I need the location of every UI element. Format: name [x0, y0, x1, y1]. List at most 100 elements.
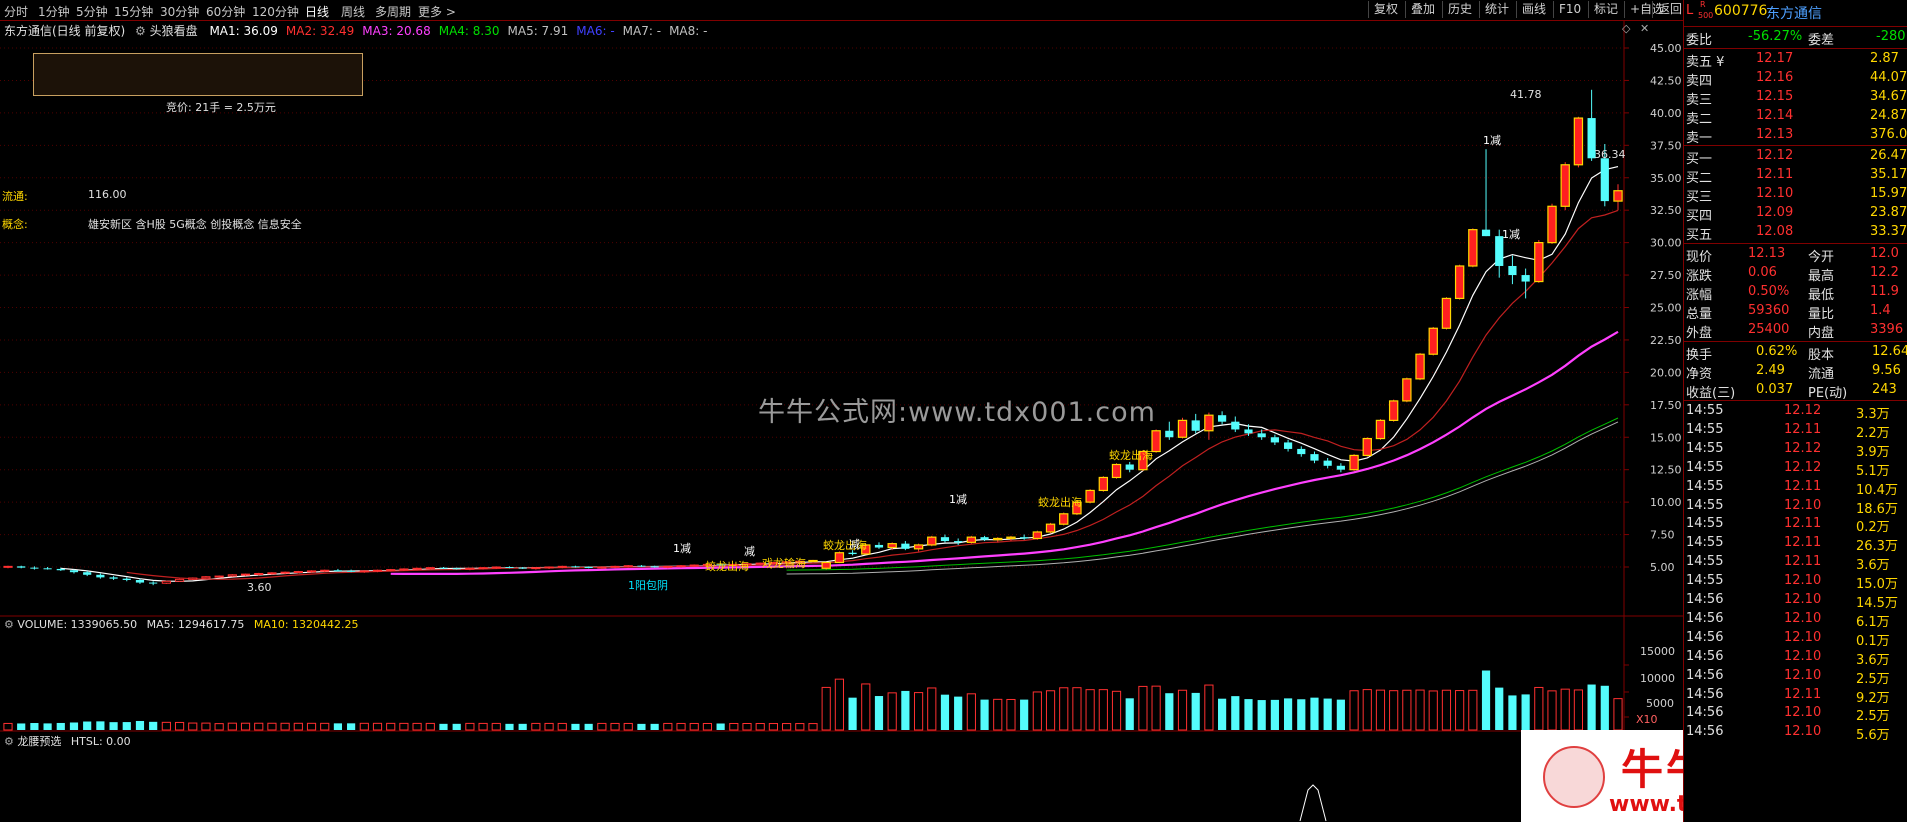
candle-body: [531, 567, 541, 570]
candle-body: [1191, 420, 1200, 431]
volume-unit-label: X10: [1636, 713, 1658, 726]
stats-label: 流通: [1808, 367, 1835, 382]
overlay-button[interactable]: 叠加: [1405, 1, 1440, 18]
candle-body: [161, 580, 171, 584]
price-tick-label: 42.50: [1650, 74, 1682, 87]
volume-bar: [1560, 688, 1570, 731]
volume-bar: [1455, 690, 1465, 731]
period-tab-60min[interactable]: 60分钟: [206, 3, 245, 20]
period-tab-120min[interactable]: 120分钟: [252, 3, 299, 20]
history-button[interactable]: 历史: [1442, 1, 1477, 18]
indicator-name[interactable]: 头狼看盘: [150, 24, 198, 38]
period-tab-daily[interactable]: 日线: [305, 3, 329, 20]
tick-volume: 2.5万: [1856, 709, 1890, 725]
volume-bar: [544, 722, 554, 731]
volume-bar: [1006, 698, 1016, 731]
candle-body: [214, 575, 224, 578]
tick-row: 14:55 12.12 3.3万: [1686, 402, 1906, 422]
tick-row: 14:55 12.11 10.4万: [1686, 478, 1906, 498]
volume-bar: [1547, 690, 1557, 731]
stats-label: 净资: [1686, 367, 1713, 382]
volume-bar: [439, 723, 448, 730]
candle-body: [980, 537, 989, 540]
volume-bar: [1362, 689, 1372, 731]
signal-label: 1减: [673, 542, 691, 555]
volume-bar: [834, 678, 844, 731]
bid-label: 买五: [1686, 228, 1713, 243]
volume-bar: [623, 722, 633, 731]
tick-time: 14:55: [1686, 421, 1724, 437]
volume-bar: [30, 723, 39, 730]
period-tab-15min[interactable]: 15分钟: [114, 3, 153, 20]
volume-bar: [161, 721, 171, 731]
tick-price: 12.10: [1784, 629, 1822, 645]
volume-settings-icon[interactable]: ⚙: [4, 618, 14, 631]
period-tab-more[interactable]: 更多 >: [418, 3, 456, 20]
volume-bar: [1059, 687, 1069, 731]
volume-bar: [465, 722, 475, 731]
volume-axis-label: 5000: [1646, 697, 1674, 710]
tick-price: 12.11: [1784, 535, 1822, 551]
restore-rights-button[interactable]: 复权: [1368, 1, 1403, 18]
volume-bar: [1297, 699, 1306, 730]
period-tab-multi[interactable]: 多周期: [375, 3, 411, 20]
collapse-icon[interactable]: ◇: [1622, 22, 1630, 35]
mark-button[interactable]: 标记: [1588, 1, 1623, 18]
candle-body: [1270, 437, 1279, 443]
volume-bar: [702, 722, 713, 731]
period-tab-5min[interactable]: 5分钟: [76, 3, 108, 20]
candle-body: [518, 567, 527, 569]
price-tick-label: 10.00: [1650, 496, 1682, 509]
volume-bar: [597, 722, 607, 731]
indicator-settings-icon[interactable]: ⚙: [135, 24, 146, 38]
tick-volume: 2.5万: [1856, 671, 1890, 687]
ask-volume: 24.87: [1870, 108, 1907, 123]
quote-row: 总量 59360 量比 1.4: [1686, 302, 1906, 322]
bottom-panel-title[interactable]: 龙腰预选: [17, 735, 61, 748]
stats-value: 0.037: [1756, 382, 1794, 397]
draw-line-button[interactable]: 画线: [1516, 1, 1551, 18]
quote-value: 12.13: [1748, 246, 1786, 261]
f10-button[interactable]: F10: [1553, 1, 1586, 18]
period-tab-1min[interactable]: 1分钟: [38, 3, 70, 20]
candle-body: [1534, 242, 1544, 283]
close-panel-icon[interactable]: ✕: [1640, 22, 1649, 35]
statistics-button[interactable]: 统计: [1479, 1, 1514, 18]
ask-volume: 2.87: [1870, 51, 1899, 66]
signal-label: 蛟龙出海: [1109, 449, 1153, 462]
quote-value: 12.0: [1870, 246, 1899, 261]
candle-body: [821, 561, 831, 569]
candle-body: [1151, 430, 1161, 453]
candle-body: [30, 567, 39, 569]
price-tick-label: 7.50: [1650, 529, 1675, 542]
volume-bar: [782, 723, 792, 731]
ma-legend-item: MA5: 7.91: [507, 24, 569, 38]
volume-bar: [174, 721, 185, 731]
candle-body: [927, 536, 937, 546]
tick-volume: 26.3万: [1856, 539, 1898, 555]
volume-bar: [1098, 689, 1108, 731]
tick-volume: 3.6万: [1856, 652, 1890, 668]
volume-bar: [901, 690, 910, 730]
bottom-settings-icon[interactable]: ⚙: [4, 735, 14, 748]
volume-bar: [135, 720, 145, 730]
stats-row: 收益(三) 0.037 PE(动) 243: [1686, 381, 1906, 401]
tick-price: 12.11: [1784, 421, 1822, 437]
volume-bar: [1349, 690, 1359, 731]
candle-body: [650, 566, 659, 568]
volume-bar: [1534, 686, 1544, 731]
ask-row: 卖一 12.13 376.07: [1686, 126, 1907, 146]
ma-legend-item: MA3: 20.68: [362, 24, 431, 38]
period-tab-timeshare[interactable]: 分时: [4, 3, 28, 20]
period-tab-30min[interactable]: 30分钟: [160, 3, 199, 20]
ask-label: 卖三: [1686, 93, 1713, 108]
tick-row: 14:56 12.10 0.1万: [1686, 629, 1906, 649]
volume-bar: [1283, 698, 1293, 730]
bid-row: 买一 12.12 26.47: [1686, 147, 1907, 167]
period-tab-weekly[interactable]: 周线: [341, 3, 365, 20]
bid-price: 12.09: [1756, 205, 1794, 220]
tick-volume: 15.0万: [1856, 577, 1898, 593]
volume-bar: [1613, 698, 1623, 731]
volume-bar: [188, 722, 198, 731]
volume-ma5: MA5: 1294617.75: [146, 618, 245, 631]
